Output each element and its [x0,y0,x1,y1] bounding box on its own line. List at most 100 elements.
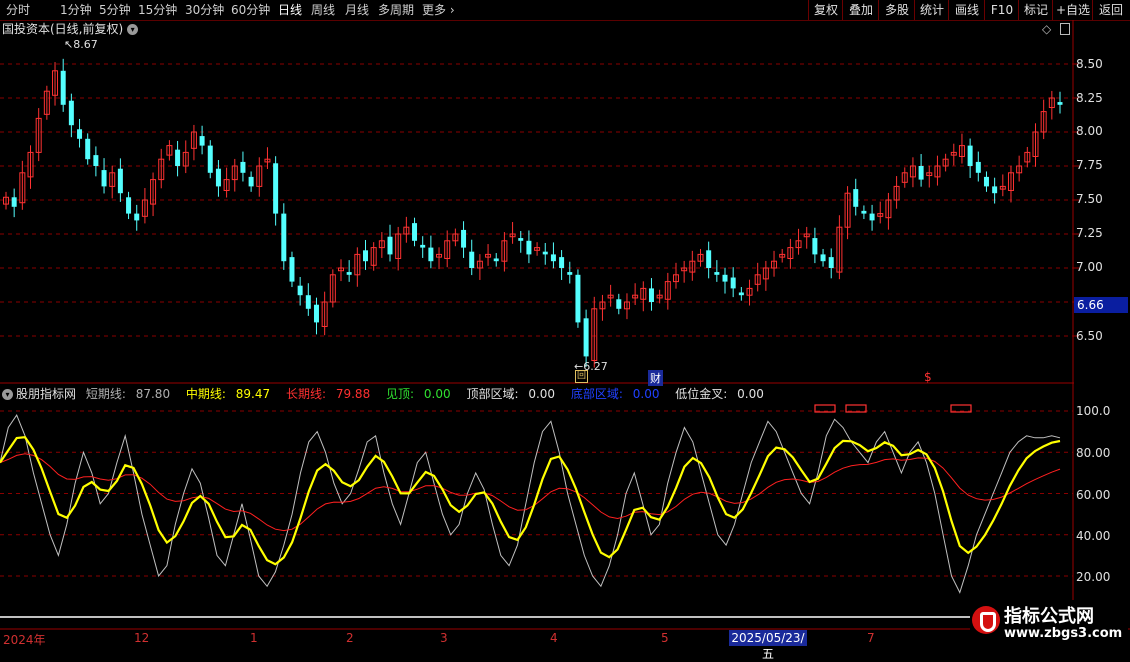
candle-body-down [616,299,622,309]
candle-body-down [648,288,654,302]
indicator-axis-label: 100.0 [1076,404,1111,418]
candle-body-down [134,213,140,221]
long-label: 长期线: [285,387,327,401]
price-axis-label: 7.00 [1076,260,1103,274]
chevron-down-icon[interactable]: ▾ [127,24,139,35]
panel-toggle-icon[interactable] [1060,23,1070,35]
candle-body-down [967,145,973,166]
diamond-icon[interactable]: ◇ [1042,22,1051,36]
mid-line-readout: 中期线: 89.47 [186,387,276,401]
candle-body-down [240,161,246,173]
candle-body-down [992,186,998,194]
candle-body-down [85,138,91,160]
candle-body-down [60,70,66,105]
candle-body-down [289,257,295,282]
time-axis-label: 3 [440,631,448,645]
candle-body-down [812,238,818,255]
price-axis-label: 7.25 [1076,226,1103,240]
main-chart-title: 国投资本(日线,前复权) ▾ [2,21,139,37]
candle-body-down [428,247,434,262]
short-line [0,414,1061,594]
current-price-tag: 6.66 [1074,297,1128,313]
candle-body-down [305,295,311,309]
selected-date: 2025/05/23/五 [729,630,807,661]
price-axis-label: 6.50 [1076,329,1103,343]
candle-body-down [983,176,989,187]
indicator-axis-label: 20.00 [1076,570,1111,584]
watermark-title: 指标公式网 [1004,606,1094,627]
candle-body-down [215,168,221,187]
candle-body-down [575,274,581,323]
time-axis-label: 12 [134,631,150,645]
candle-body-down [207,145,213,173]
indicator-lines [0,404,1061,594]
golden-cross-label: 低位金叉: [675,387,728,401]
chevron-down-icon[interactable]: ▾ [2,389,13,400]
candle-body-down [281,213,287,262]
short-line-readout: 短期线: 87.80 [86,387,176,401]
price-axis-label: 8.25 [1076,91,1103,105]
indicator-axis-label: 60.00 [1076,488,1111,502]
candle-body-down [526,240,532,255]
price-axis-label: 7.50 [1076,192,1103,206]
mid-line [0,436,1061,566]
finance-marker[interactable]: 财 [648,370,663,386]
price-axis-label: 8.50 [1076,57,1103,71]
indicator-axis-label: 40.00 [1076,529,1111,543]
stock-name: 国投资本(日线,前复权) [2,22,124,36]
candle-body-down [861,210,867,214]
long-value: 79.88 [335,387,371,401]
candle-body-down [738,292,744,296]
candle-body-down [117,168,123,194]
top-zone-readout: 顶部区域: 0.00 [466,387,561,401]
short-label: 短期线: [85,387,126,401]
candle-body-down [412,223,418,241]
candle-body-down [199,136,205,146]
candle-body-down [313,304,319,323]
candle-body-down [11,197,17,207]
golden-cross-value: 0.00 [737,387,764,401]
mid-value: 89.47 [235,387,271,401]
candle-body-down [297,285,303,296]
time-axis-label: 7 [867,631,875,645]
top-value: 0.00 [423,387,451,401]
candle-body-down [273,163,279,214]
indicator-name: 股朋指标网 [16,387,77,401]
candle-body-down [346,272,352,275]
price-axis-label: 7.75 [1076,158,1103,172]
candle-body-down [248,176,254,187]
high-value: 8.67 [73,38,98,51]
candle-body-down [714,272,720,275]
candle-body-down [493,258,499,262]
candle-body-down [1057,102,1063,105]
candle-body-down [730,277,736,289]
candle-body-down [68,100,74,126]
candle-body-down [828,257,834,268]
candle-body-down [918,166,924,180]
candle-body-down [175,149,181,166]
short-value: 87.80 [135,387,171,401]
watermark-url: www.zbgs3.com [1004,626,1123,641]
candle-body-down [77,129,83,139]
top-zone-value: 0.00 [528,387,556,401]
candle-body-down [820,254,826,262]
candle-body-down [126,197,132,214]
candle-body-down [387,236,393,255]
candle-body-down [583,318,589,357]
indicator-header: ▾ 股朋指标网 短期线: 87.80 中期线: 89.47 长期线: 79.88 … [2,386,776,402]
stock-chart[interactable] [0,0,1130,650]
dividend-marker[interactable]: $ [924,370,932,384]
candle-body-down [461,229,467,248]
grid-lines [0,20,1130,630]
top-zone-label: 顶部区域: [466,387,519,401]
mid-label: 中期线: [185,387,226,401]
top-label: 见顶: [386,387,415,401]
time-axis-label: 1 [250,631,258,645]
candle-body-down [101,170,107,187]
candle-body-down [420,244,426,248]
event-box-icon[interactable]: 回 [575,370,588,383]
candle-body-down [93,155,99,166]
candlesticks [3,58,1063,368]
long-line-readout: 长期线: 79.88 [286,387,376,401]
candle-body-down [469,251,475,268]
